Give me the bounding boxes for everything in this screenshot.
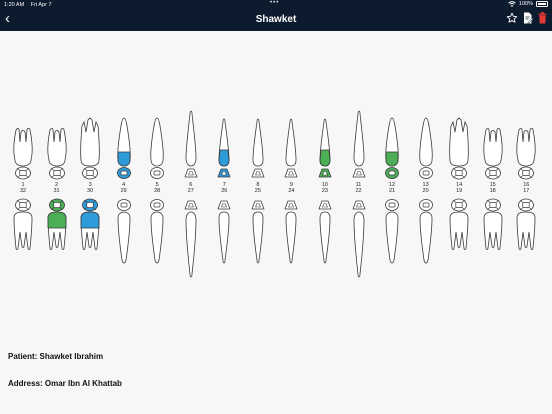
status-bar: 1:20 AM Fri Apr 7 ••• 100% [0,0,552,9]
upper-tooth-2[interactable]: 2 [40,100,74,195]
lower-tooth-30[interactable]: 30 [73,188,107,278]
star-icon[interactable] [506,12,518,24]
tooth-graphic [80,117,100,180]
tooth-graphic [318,118,332,178]
tooth-graphic [352,200,365,278]
tooth-graphic [13,198,33,250]
upper-tooth-13[interactable]: 13 [409,100,443,195]
tooth-graphic [284,118,298,178]
tooth-graphic [47,128,67,180]
tooth-graphic [116,199,131,264]
tooth-graphic [251,200,265,264]
upper-tooth-3[interactable]: 3 [73,100,107,195]
tooth-graphic [318,200,332,264]
wifi-icon [508,1,516,7]
lower-tooth-18[interactable]: 18 [476,188,510,278]
lower-tooth-31[interactable]: 31 [40,188,74,278]
tooth-graphic [284,200,298,264]
tooth-graphic [13,128,33,180]
upper-tooth-6[interactable]: 6 [174,100,208,195]
tooth-graphic [150,199,165,264]
lower-tooth-22[interactable]: 22 [342,188,376,278]
tooth-graphic [449,198,469,250]
upper-tooth-14[interactable]: 14 [442,100,476,195]
lower-tooth-23[interactable]: 23 [308,188,342,278]
upper-tooth-9[interactable]: 9 [274,100,308,195]
upper-tooth-1[interactable]: 1 [6,100,40,195]
tooth-graphic [418,117,433,179]
upper-tooth-5[interactable]: 5 [140,100,174,195]
status-time: 1:20 AM [4,1,25,8]
upper-tooth-10[interactable]: 10 [308,100,342,195]
status-date: Fri Apr 7 [30,1,52,8]
lower-tooth-21[interactable]: 21 [375,188,409,278]
upper-tooth-16[interactable]: 16 [509,100,543,195]
lower-tooth-25[interactable]: 25 [241,188,275,278]
lower-tooth-28[interactable]: 28 [140,188,174,278]
battery-percent: 100% [518,1,533,7]
tooth-graphic [150,117,165,179]
upper-tooth-12[interactable]: 12 [375,100,409,195]
tooth-graphic [47,198,66,250]
tooth-graphic [184,110,198,178]
tooth-graphic [516,128,536,180]
patient-address: Address: Omar Ibn Al Khattab [8,379,122,388]
page-title: Shawket [255,14,297,25]
tooth-graphic [352,110,365,178]
lower-tooth-24[interactable]: 24 [274,188,308,278]
edit-document-icon[interactable] [523,12,533,24]
upper-tooth-4[interactable]: 4 [107,100,141,195]
trash-icon[interactable] [538,12,547,24]
tooth-graphic [184,200,198,278]
tooth-graphic [116,117,131,179]
lower-tooth-26[interactable]: 26 [207,188,241,278]
upper-tooth-8[interactable]: 8 [241,100,275,195]
lower-tooth-32[interactable]: 32 [6,188,40,278]
upper-tooth-11[interactable]: 11 [342,100,376,195]
lower-tooth-20[interactable]: 20 [409,188,443,278]
nav-bar: ‹ Shawket [0,9,552,31]
patient-name: Patient: Shawket Ibrahim [8,352,104,361]
battery-icon [536,1,548,7]
lower-tooth-19[interactable]: 19 [442,188,476,278]
tooth-graphic [217,200,231,264]
lower-tooth-27[interactable]: 27 [174,188,208,278]
tooth-graphic [385,117,399,179]
tooth-graphic [217,118,231,178]
tooth-graphic [483,198,503,250]
tooth-graphic [251,118,265,178]
tooth-graphic [385,199,399,264]
tooth-graphic [449,117,469,180]
tooth-graphic [80,198,100,250]
dental-chart: 1 2 3 4 5 6 7 8 9 10 11 12 13 14 15 16 32 31 30 29 28 27 26 25… [0,100,552,280]
upper-tooth-7[interactable]: 7 [207,100,241,195]
multitask-dots-icon[interactable]: ••• [270,0,279,6]
tooth-graphic [483,128,503,180]
upper-tooth-15[interactable]: 15 [476,100,510,195]
tooth-graphic [418,199,433,264]
tooth-graphic [516,198,536,250]
lower-tooth-29[interactable]: 29 [107,188,141,278]
lower-tooth-17[interactable]: 17 [509,188,543,278]
